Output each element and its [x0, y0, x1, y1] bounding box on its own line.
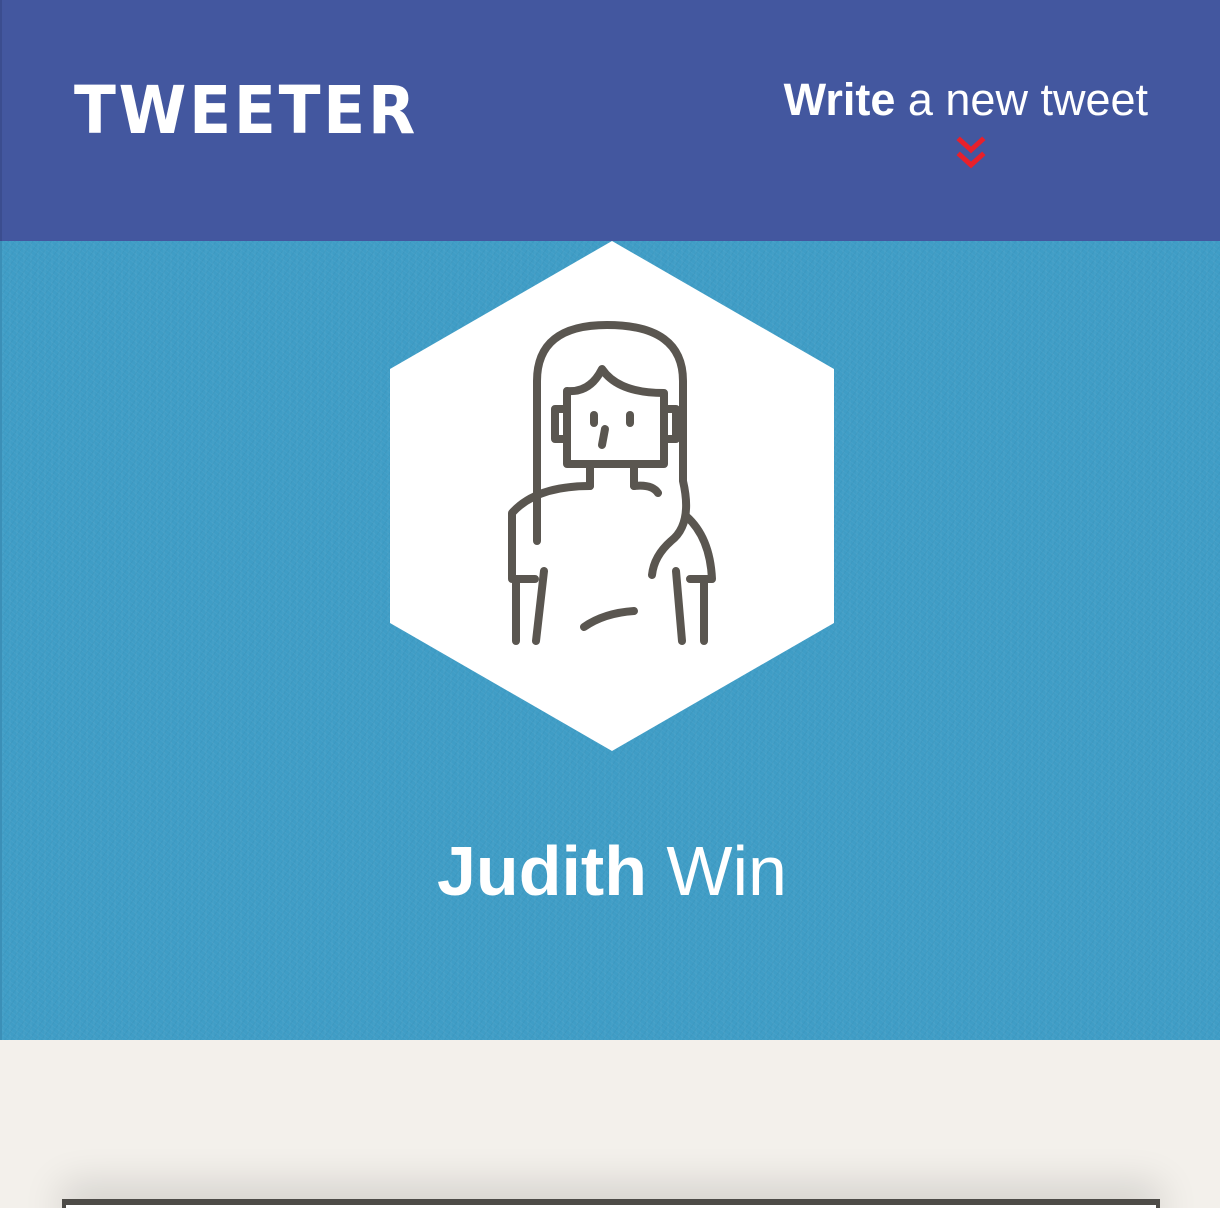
user-avatar-icon: [390, 241, 834, 751]
app-logo[interactable]: TWEETER: [74, 72, 418, 150]
tweet-compose-form[interactable]: [62, 1199, 1160, 1208]
profile-name: Judith Win: [2, 829, 1220, 913]
write-tweet-label[interactable]: Write a new tweet: [768, 72, 1148, 128]
main-content: [0, 1040, 1220, 1208]
profile-first-name: Judith: [437, 832, 647, 910]
double-chevron-down-icon[interactable]: [956, 135, 986, 171]
write-tweet-toggle[interactable]: Write a new tweet: [768, 72, 1148, 182]
write-tweet-label-strong: Write: [783, 74, 896, 125]
page: TWEETER Write a new tweet Judith Win: [0, 0, 1220, 1208]
top-navigation: TWEETER Write a new tweet: [0, 0, 1220, 241]
write-tweet-label-light: a new tweet: [907, 74, 1148, 125]
profile-banner: Judith Win: [0, 241, 1220, 1040]
profile-last-name: Win: [666, 832, 787, 910]
